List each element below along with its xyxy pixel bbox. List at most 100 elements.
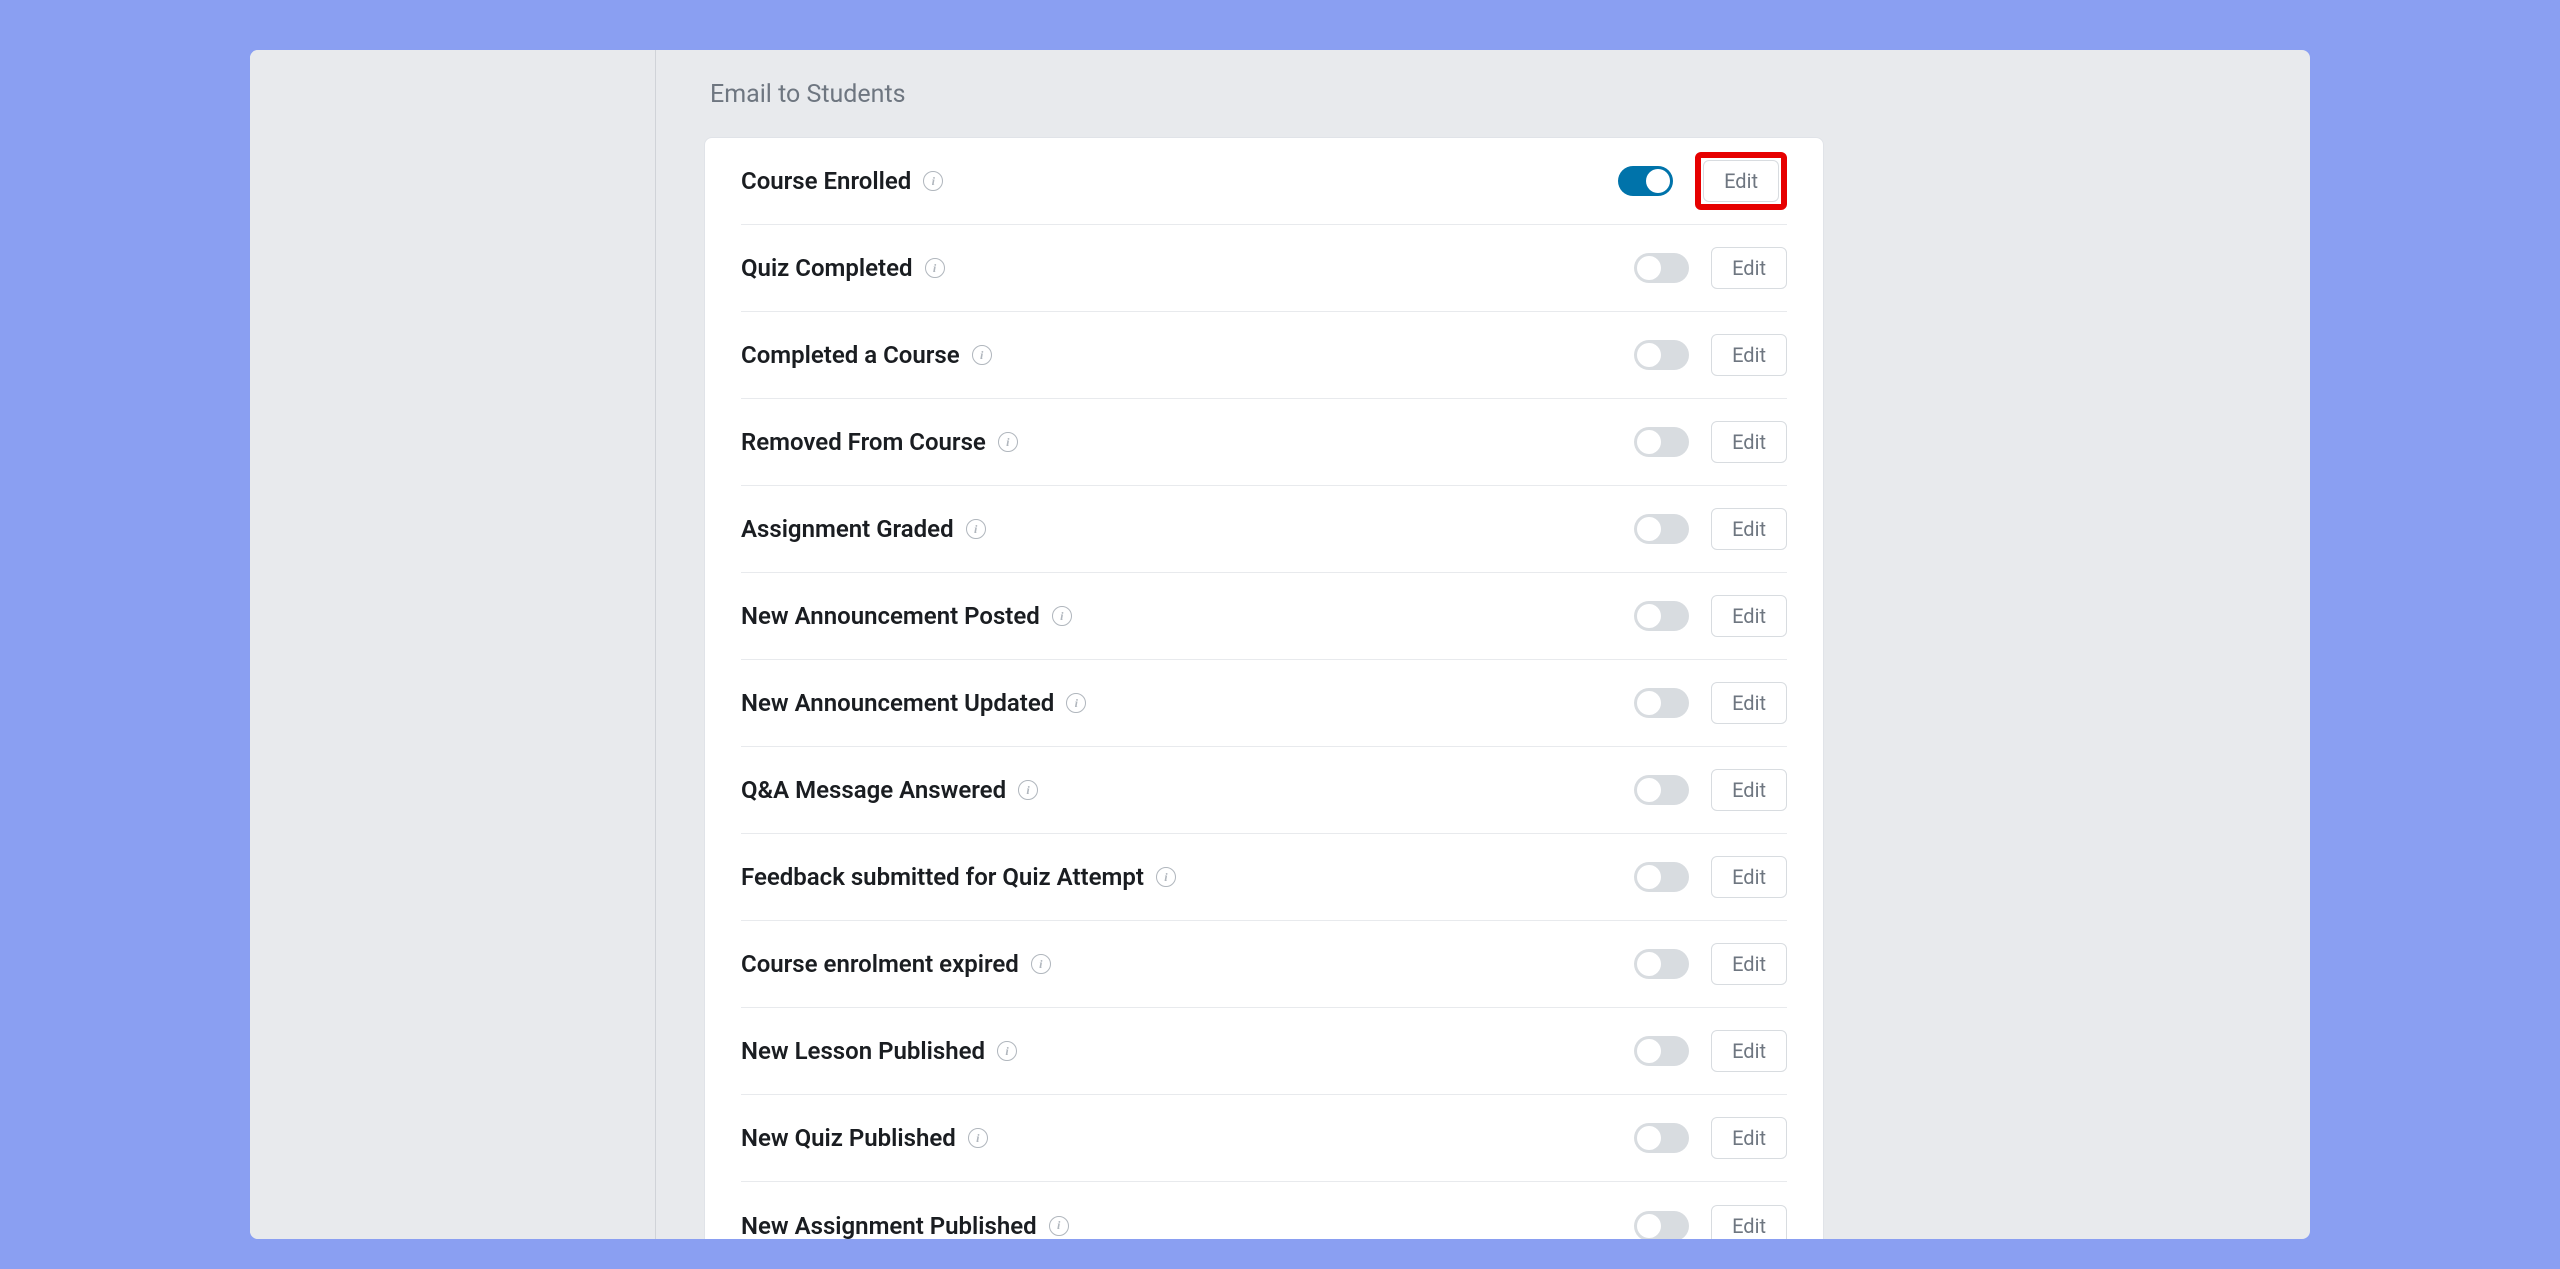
row-label: New Assignment Published (741, 1212, 1037, 1240)
toggle-switch[interactable] (1618, 166, 1673, 196)
toggle-switch[interactable] (1634, 1211, 1689, 1240)
row-right: Edit (1634, 421, 1787, 463)
row-left: New Announcement Updated i (741, 689, 1086, 717)
edit-button[interactable]: Edit (1711, 421, 1787, 463)
edit-button[interactable]: Edit (1711, 943, 1787, 985)
row-right: Edit (1634, 1117, 1787, 1159)
row-label: New Announcement Posted (741, 602, 1040, 630)
info-icon[interactable]: i (925, 258, 945, 278)
edit-button[interactable]: Edit (1711, 508, 1787, 550)
toggle-knob (1637, 517, 1661, 541)
row-left: New Lesson Published i (741, 1037, 1017, 1065)
edit-button[interactable]: Edit (1711, 1205, 1787, 1240)
row-left: Q&A Message Answered i (741, 776, 1038, 804)
row-right: Edit (1634, 1205, 1787, 1240)
toggle-switch[interactable] (1634, 340, 1689, 370)
notification-row: New Lesson Published i Edit (741, 1008, 1787, 1095)
row-left: Quiz Completed i (741, 254, 945, 282)
edit-button[interactable]: Edit (1711, 1117, 1787, 1159)
toggle-knob (1637, 1039, 1661, 1063)
toggle-switch[interactable] (1634, 862, 1689, 892)
row-right: Edit (1634, 943, 1787, 985)
info-icon[interactable]: i (997, 1041, 1017, 1061)
main-content: Email to Students Course Enrolled i Edit Qu… (656, 50, 2310, 1239)
edit-button[interactable]: Edit (1703, 160, 1779, 202)
row-right: Edit (1634, 508, 1787, 550)
toggle-switch[interactable] (1634, 1036, 1689, 1066)
row-label: Course Enrolled (741, 167, 911, 195)
row-right: Edit (1634, 682, 1787, 724)
toggle-switch[interactable] (1634, 949, 1689, 979)
edit-button[interactable]: Edit (1711, 856, 1787, 898)
info-icon[interactable]: i (1031, 954, 1051, 974)
row-label: Removed From Course (741, 428, 986, 456)
toggle-knob (1637, 343, 1661, 367)
row-right: Edit (1634, 856, 1787, 898)
info-icon[interactable]: i (966, 519, 986, 539)
notification-row: Course Enrolled i Edit (741, 138, 1787, 225)
edit-button[interactable]: Edit (1711, 334, 1787, 376)
edit-button[interactable]: Edit (1711, 595, 1787, 637)
toggle-switch[interactable] (1634, 427, 1689, 457)
toggle-switch[interactable] (1634, 688, 1689, 718)
info-icon[interactable]: i (1018, 780, 1038, 800)
row-label: New Lesson Published (741, 1037, 985, 1065)
row-label: Quiz Completed (741, 254, 913, 282)
row-left: Course Enrolled i (741, 167, 943, 195)
row-left: New Quiz Published i (741, 1124, 988, 1152)
row-label: Feedback submitted for Quiz Attempt (741, 863, 1144, 891)
row-left: New Assignment Published i (741, 1212, 1069, 1240)
row-left: New Announcement Posted i (741, 602, 1072, 630)
row-label: Q&A Message Answered (741, 776, 1006, 804)
info-icon[interactable]: i (998, 432, 1018, 452)
toggle-knob (1637, 430, 1661, 454)
toggle-knob (1637, 1126, 1661, 1150)
row-right: Edit (1634, 247, 1787, 289)
notification-row: New Announcement Updated i Edit (741, 660, 1787, 747)
notification-row: Assignment Gradedi Edit (741, 486, 1787, 573)
row-right: Edit (1634, 595, 1787, 637)
notification-row: New Announcement Posted i Edit (741, 573, 1787, 660)
notification-row: New Assignment Published i Edit (741, 1182, 1787, 1239)
row-left: Course enrolment expired i (741, 950, 1051, 978)
row-left: Feedback submitted for Quiz Attempt i (741, 863, 1176, 891)
row-label: New Quiz Published (741, 1124, 956, 1152)
notifications-card: Course EnrollediEditQuiz CompletediEditC… (704, 137, 1824, 1239)
toggle-switch[interactable] (1634, 514, 1689, 544)
row-left: Assignment Gradedi (741, 515, 986, 543)
edit-button[interactable]: Edit (1711, 682, 1787, 724)
info-icon[interactable]: i (1052, 606, 1072, 626)
edit-button[interactable]: Edit (1711, 1030, 1787, 1072)
toggle-knob (1637, 256, 1661, 280)
info-icon[interactable]: i (972, 345, 992, 365)
toggle-knob (1637, 691, 1661, 715)
info-icon[interactable]: i (968, 1128, 988, 1148)
row-left: Removed From Course i (741, 428, 1018, 456)
notification-row: Course enrolment expired i Edit (741, 921, 1787, 1008)
info-icon[interactable]: i (923, 171, 943, 191)
info-icon[interactable]: i (1049, 1216, 1069, 1236)
toggle-switch[interactable] (1634, 1123, 1689, 1153)
notification-row: Completed a Course i Edit (741, 312, 1787, 399)
toggle-switch[interactable] (1634, 601, 1689, 631)
row-label: Course enrolment expired (741, 950, 1019, 978)
edit-button[interactable]: Edit (1711, 247, 1787, 289)
toggle-switch[interactable] (1634, 775, 1689, 805)
row-right: Edit (1634, 334, 1787, 376)
toggle-knob (1646, 169, 1670, 193)
row-right: Edit (1634, 769, 1787, 811)
notification-row: Removed From Course i Edit (741, 399, 1787, 486)
info-icon[interactable]: i (1156, 867, 1176, 887)
toggle-knob (1637, 604, 1661, 628)
edit-button[interactable]: Edit (1711, 769, 1787, 811)
section-title: Email to Students (710, 80, 2262, 109)
toggle-knob (1637, 952, 1661, 976)
toggle-knob (1637, 865, 1661, 889)
row-label: New Announcement Updated (741, 689, 1054, 717)
row-label: Completed a Course (741, 341, 960, 369)
toggle-knob (1637, 1214, 1661, 1238)
row-left: Completed a Course i (741, 341, 992, 369)
app-window: Email to Students Course Enrolled i Edit Qu… (250, 50, 2310, 1239)
toggle-switch[interactable] (1634, 253, 1689, 283)
info-icon[interactable]: i (1066, 693, 1086, 713)
